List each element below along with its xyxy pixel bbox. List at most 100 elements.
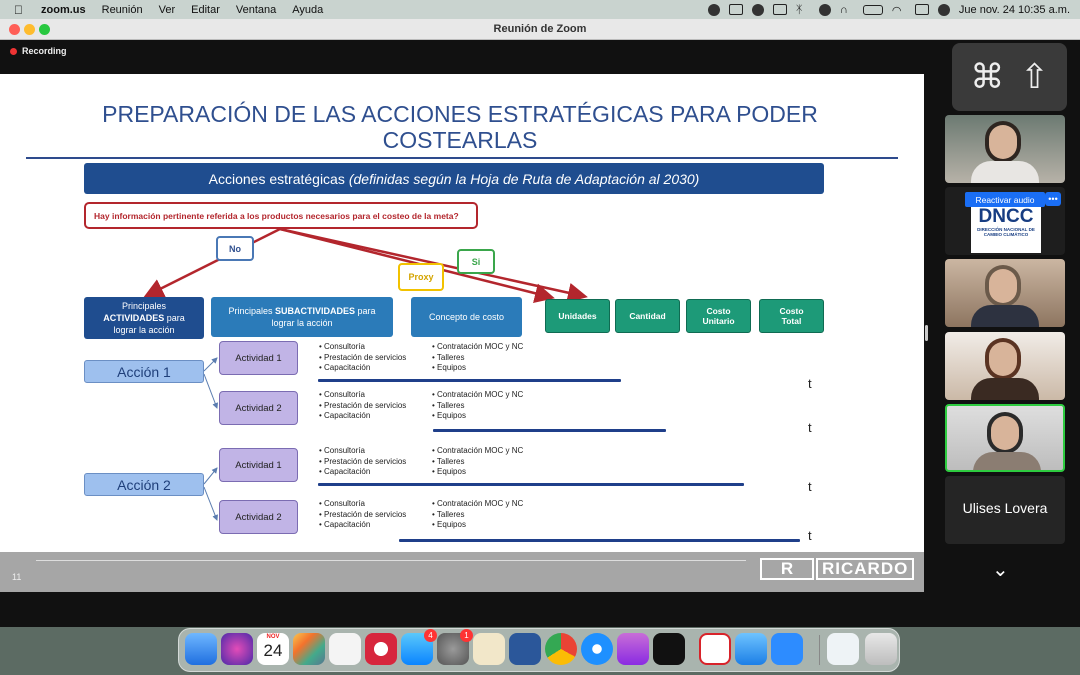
safari-icon[interactable] bbox=[581, 633, 613, 665]
concept-list-a2-1: Contratación MOC y NC Talleres Equipos bbox=[432, 446, 523, 478]
participant-body bbox=[971, 305, 1039, 327]
apple-tv-icon[interactable] bbox=[653, 633, 685, 665]
siri-icon[interactable] bbox=[221, 633, 253, 665]
status-area: ᛡ ∩ ◠ Jue nov. 24 10:35 a.m. bbox=[707, 0, 1070, 19]
participant-video-active-speaker[interactable] bbox=[945, 404, 1065, 472]
cost-total-l1: Costo bbox=[779, 306, 804, 316]
calendar-month: NOV bbox=[266, 634, 280, 640]
accion1-actividad-1: Actividad 1 bbox=[219, 341, 298, 375]
list-item: Talleres bbox=[432, 510, 523, 521]
opera-icon[interactable] bbox=[365, 633, 397, 665]
menu-reunion[interactable]: Reunión bbox=[94, 4, 151, 16]
concept-list-a2-2: Contratación MOC y NC Talleres Equipos bbox=[432, 499, 523, 531]
siri-icon[interactable] bbox=[937, 3, 950, 16]
header-cost-concept: Concepto de costo bbox=[411, 297, 522, 337]
panel-resize-handle[interactable] bbox=[925, 325, 928, 341]
dock: NOV 24 4 1 bbox=[178, 628, 900, 672]
acrobat-icon[interactable] bbox=[699, 633, 731, 665]
t-mark: t bbox=[808, 420, 812, 435]
shield-icon[interactable] bbox=[728, 4, 743, 15]
document-thumbnail-icon[interactable] bbox=[827, 633, 859, 665]
timeline-bar bbox=[399, 539, 800, 542]
list-item: Talleres bbox=[432, 353, 523, 364]
menu-ventana[interactable]: Ventana bbox=[228, 4, 284, 16]
battery-icon[interactable] bbox=[862, 4, 883, 15]
dncc-logo-subtitle: DIRECCIÓN NACIONAL DE CAMBIO CLIMÁTICO bbox=[977, 227, 1035, 237]
bluetooth-icon[interactable]: ᛡ bbox=[796, 4, 810, 16]
command-key-icon: ⌘ bbox=[970, 58, 1005, 96]
cost-total-box: Costo Total bbox=[759, 299, 824, 333]
more-options-button[interactable]: ••• bbox=[1045, 192, 1061, 206]
participant-face bbox=[989, 125, 1017, 159]
apple-menu-icon[interactable]:  bbox=[0, 3, 33, 17]
ricardo-logo-text: RICARDO bbox=[816, 558, 915, 580]
cost-quantity-box: Cantidad bbox=[615, 299, 680, 333]
menu-ayuda[interactable]: Ayuda bbox=[284, 4, 331, 16]
list-item: Equipos bbox=[432, 520, 523, 531]
chevron-down-icon[interactable]: ⌄ bbox=[992, 557, 1009, 582]
word-icon[interactable] bbox=[509, 633, 541, 665]
accion-2-box: Acción 2 bbox=[84, 473, 204, 496]
t-mark: t bbox=[808, 528, 812, 543]
participant-tile-name-only[interactable]: Ulises Lovera bbox=[945, 476, 1065, 544]
sub-list-a1-2: Consultoría Prestación de servicios Capa… bbox=[319, 390, 406, 422]
participant-video-3[interactable] bbox=[945, 259, 1065, 327]
list-item: Consultoría bbox=[319, 499, 406, 510]
control-center-icon[interactable] bbox=[914, 4, 929, 15]
calendar-day: 24 bbox=[263, 641, 283, 660]
title-bar: Reunión de Zoom bbox=[0, 19, 1080, 40]
hdr-sub-para: para bbox=[357, 306, 376, 316]
dncc-logo-title: DNCC bbox=[978, 206, 1034, 227]
unmute-audio-button[interactable]: Reactivar audio bbox=[965, 192, 1045, 207]
info-icon[interactable] bbox=[818, 3, 831, 16]
participant-video-1[interactable] bbox=[945, 115, 1065, 183]
zoom-icon[interactable] bbox=[771, 633, 803, 665]
participant-video-4[interactable] bbox=[945, 332, 1065, 400]
accion1-actividad-2: Actividad 2 bbox=[219, 391, 298, 425]
shortcut-overlay: ⌘ ⇧ bbox=[952, 43, 1067, 111]
menu-editar[interactable]: Editar bbox=[183, 4, 228, 16]
cost-unit-price-box: Costo Unitario bbox=[686, 299, 751, 333]
participant-body bbox=[971, 378, 1039, 400]
participant-face bbox=[989, 269, 1017, 303]
menu-ver[interactable]: Ver bbox=[151, 4, 184, 16]
list-item: Talleres bbox=[432, 457, 523, 468]
system-settings-icon[interactable]: 1 bbox=[437, 629, 473, 665]
hdr-principales-bold: ACTIVIDADES bbox=[103, 313, 165, 323]
display-icon[interactable] bbox=[772, 4, 787, 15]
participant-name: Ulises Lovera bbox=[962, 500, 1048, 516]
headphones-icon[interactable]: ∩ bbox=[840, 4, 854, 16]
list-item: Talleres bbox=[432, 401, 523, 412]
calendar-icon[interactable]: NOV 24 bbox=[257, 633, 289, 665]
app-menu[interactable]: zoom.us bbox=[33, 4, 94, 16]
list-item: Consultoría bbox=[319, 446, 406, 457]
app-store-icon[interactable]: 4 bbox=[401, 629, 437, 665]
participant-video-dncc[interactable]: DNCC DIRECCIÓN NACIONAL DE CAMBIO CLIMÁT… bbox=[945, 187, 1065, 255]
chrome-icon[interactable] bbox=[545, 633, 577, 665]
concept-list-a1-1: Contratación MOC y NC Talleres Equipos bbox=[432, 342, 523, 374]
wifi-icon[interactable]: ◠ bbox=[892, 4, 906, 17]
trash-icon[interactable] bbox=[865, 633, 897, 665]
screen-share-icon[interactable] bbox=[751, 3, 764, 16]
link-accion2-act2 bbox=[203, 486, 218, 521]
record-status-icon[interactable] bbox=[707, 3, 720, 16]
list-item: Equipos bbox=[432, 467, 523, 478]
t-mark: t bbox=[808, 376, 812, 391]
recording-indicator[interactable]: Recording bbox=[10, 46, 67, 56]
participant-body bbox=[971, 161, 1039, 183]
list-item: Capacitación bbox=[319, 363, 406, 374]
cost-unitario-l2: Unitario bbox=[702, 316, 735, 326]
preview-icon[interactable] bbox=[473, 633, 505, 665]
dock-divider bbox=[819, 635, 820, 665]
hdr-sub-bold: SUBACTIVIDADES bbox=[275, 306, 356, 316]
accion2-actividad-1: Actividad 1 bbox=[219, 448, 298, 482]
clock[interactable]: Jue nov. 24 10:35 a.m. bbox=[959, 4, 1070, 16]
launchpad-icon[interactable] bbox=[293, 633, 325, 665]
podcasts-icon[interactable] bbox=[617, 633, 649, 665]
hdr-sub-line2: lograr la acción bbox=[271, 318, 333, 328]
finder-icon[interactable] bbox=[185, 633, 217, 665]
mail-icon[interactable] bbox=[735, 633, 767, 665]
list-item: Prestación de servicios bbox=[319, 401, 406, 412]
list-item: Equipos bbox=[432, 363, 523, 374]
reminders-icon[interactable] bbox=[329, 633, 361, 665]
